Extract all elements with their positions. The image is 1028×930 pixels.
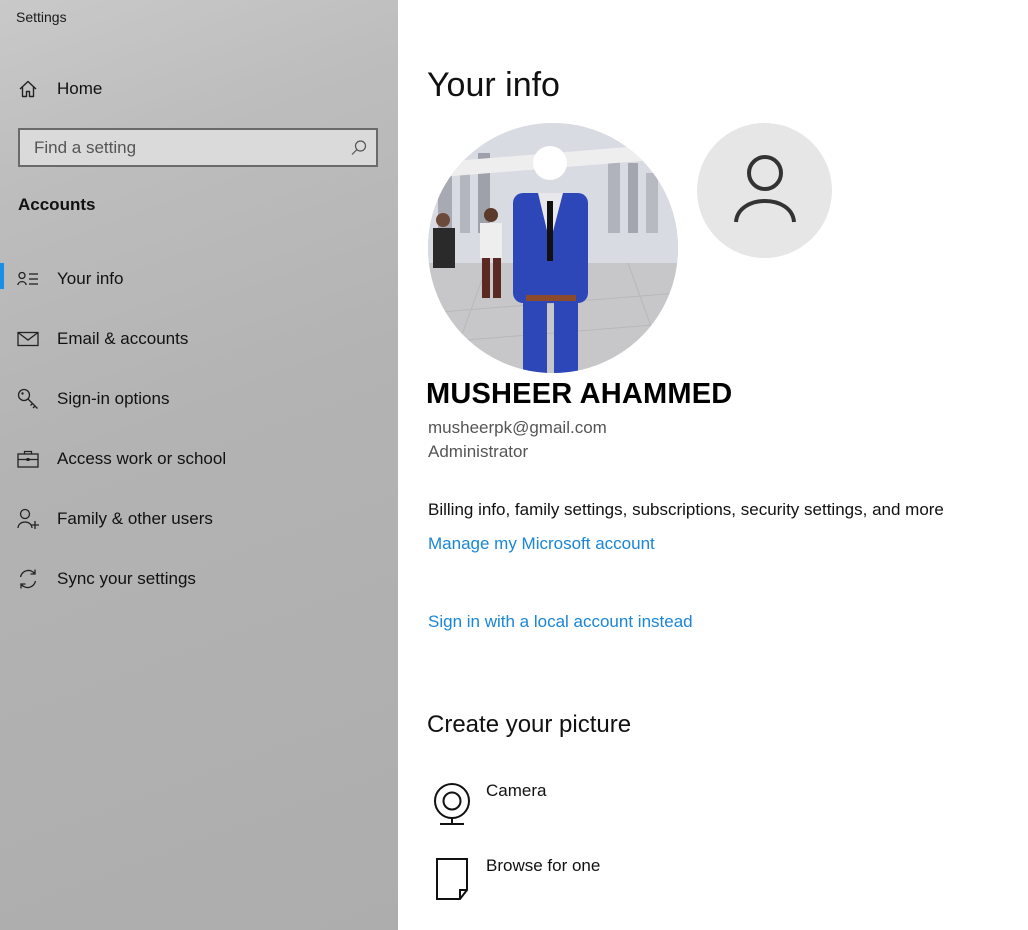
main-content: Your info MUSHEER AHAMMED musheerpk@gmai… xyxy=(398,0,1028,930)
create-picture-heading: Create your picture xyxy=(427,711,632,738)
camera-label: Camera xyxy=(486,781,547,800)
sidebar-item-label: Family & other users xyxy=(57,509,213,528)
mail-icon xyxy=(17,328,39,350)
manage-account-link[interactable]: Manage my Microsoft account xyxy=(428,534,655,554)
person-icon xyxy=(733,152,797,229)
page-title: Your info xyxy=(427,66,560,104)
person-list-icon xyxy=(17,268,39,290)
sidebar-item-access-work[interactable]: Access work or school xyxy=(0,439,398,479)
sidebar-item-label: Access work or school xyxy=(57,449,227,468)
billing-description: Billing info, family settings, subscript… xyxy=(428,500,944,519)
document-icon xyxy=(426,854,478,904)
sidebar-item-label: Email & accounts xyxy=(57,329,189,348)
browse-label: Browse for one xyxy=(486,856,601,875)
search-input[interactable] xyxy=(20,130,376,165)
app-title: Settings xyxy=(16,9,67,25)
sidebar-item-sync-settings[interactable]: Sync your settings xyxy=(0,559,398,599)
user-role: Administrator xyxy=(428,442,529,461)
search-icon[interactable] xyxy=(350,139,368,157)
key-icon xyxy=(17,388,39,410)
local-account-link[interactable]: Sign in with a local account instead xyxy=(428,612,693,632)
sidebar-item-family-users[interactable]: Family & other users xyxy=(0,499,398,539)
sidebar: Settings Home Accounts Your info Email &… xyxy=(0,0,398,930)
default-avatar[interactable] xyxy=(697,123,832,258)
sidebar-item-label: Sign-in options xyxy=(57,389,170,408)
section-title-accounts: Accounts xyxy=(18,195,96,214)
user-name: MUSHEER AHAMMED xyxy=(426,378,733,410)
person-add-icon xyxy=(17,508,39,530)
sidebar-item-label: Your info xyxy=(57,269,124,288)
sync-icon xyxy=(17,568,39,590)
home-icon xyxy=(17,78,39,100)
profile-picture xyxy=(428,123,678,373)
home-nav-item[interactable]: Home xyxy=(0,69,398,109)
user-email: musheerpk@gmail.com xyxy=(428,418,607,437)
sidebar-item-label: Sync your settings xyxy=(57,569,196,588)
home-label: Home xyxy=(57,79,103,98)
search-box[interactable] xyxy=(18,128,378,167)
sidebar-item-sign-in-options[interactable]: Sign-in options xyxy=(0,379,398,419)
browse-option[interactable]: Browse for one xyxy=(426,854,726,904)
sidebar-item-email-accounts[interactable]: Email & accounts xyxy=(0,319,398,359)
camera-icon xyxy=(426,779,478,829)
briefcase-icon xyxy=(17,448,39,470)
active-indicator xyxy=(0,263,4,289)
camera-option[interactable]: Camera xyxy=(426,779,726,829)
sidebar-item-your-info[interactable]: Your info xyxy=(0,259,398,299)
